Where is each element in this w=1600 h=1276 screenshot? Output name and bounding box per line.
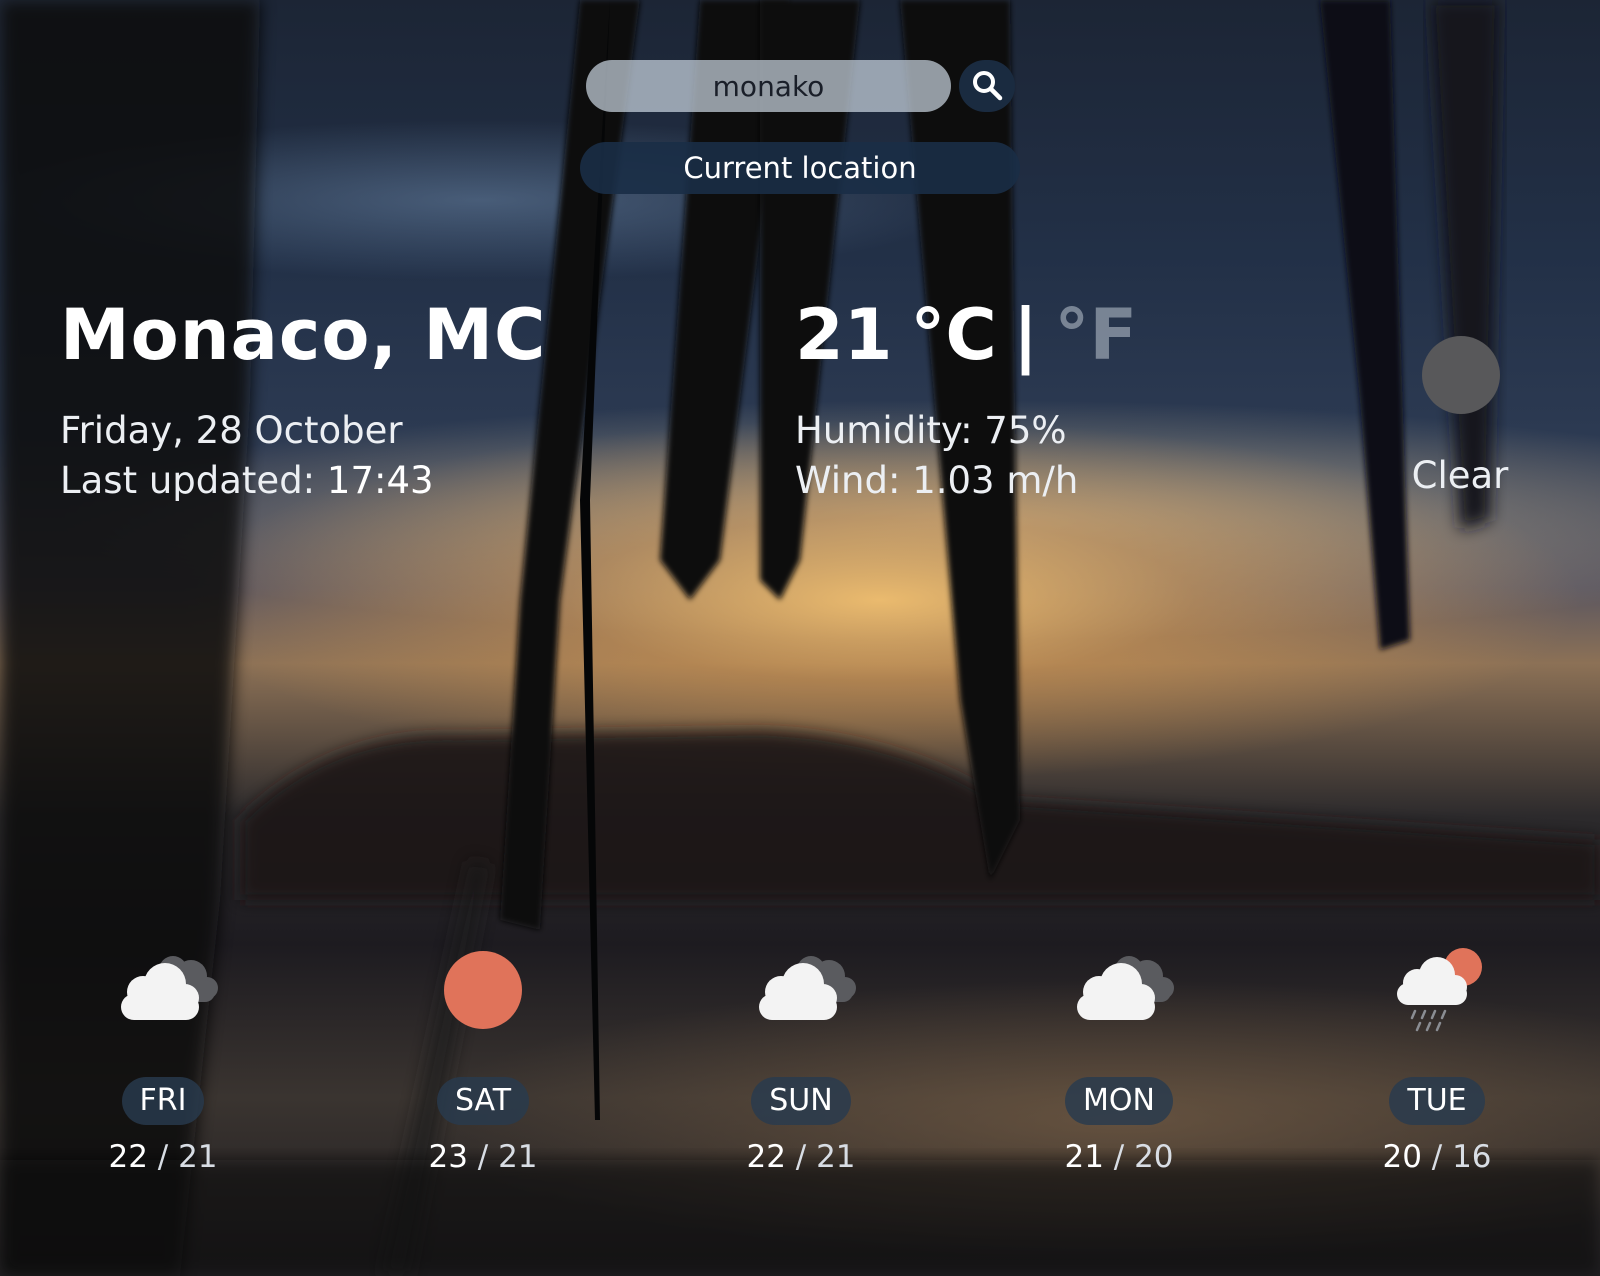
temp-low: 20 — [1134, 1139, 1174, 1175]
temp-high: 22 — [746, 1139, 786, 1175]
cloudy-icon — [73, 940, 253, 1040]
day-label: FRI — [121, 1077, 205, 1125]
date-info: Friday, 28 October Last updated: 17:43 — [60, 406, 434, 506]
last-updated-label: Last updated: — [60, 459, 327, 502]
temp-separator: / — [467, 1139, 499, 1175]
day-label: SAT — [436, 1077, 530, 1125]
last-updated-time: 17:43 — [326, 459, 434, 502]
temp-high: 22 — [108, 1139, 148, 1175]
condition-text: Clear — [1411, 454, 1509, 497]
day-temps: 21 / 20 — [1029, 1139, 1209, 1175]
day-temps: 23 / 21 — [393, 1139, 573, 1175]
search-bar — [586, 60, 1015, 112]
unit-fahrenheit[interactable]: °F — [1054, 300, 1137, 370]
day-temps: 20 / 16 — [1347, 1139, 1527, 1175]
rain-sun-icon — [1347, 940, 1527, 1040]
day-label: TUE — [1389, 1077, 1485, 1125]
cloudy-icon — [1029, 940, 1209, 1040]
temp-separator: / — [147, 1139, 179, 1175]
day-temps: 22 / 21 — [711, 1139, 891, 1175]
last-updated: Last updated: 17:43 — [60, 456, 434, 506]
day-label: MON — [1065, 1077, 1173, 1125]
unit-separator: | — [1012, 294, 1039, 376]
current-temperature: 21 °C | °F — [795, 300, 1137, 370]
temp-low: 21 — [178, 1139, 218, 1175]
clear-night-icon — [1422, 336, 1500, 414]
current-location-button[interactable]: Current location — [580, 142, 1020, 194]
forecast-day: TUE 20 / 16 — [1347, 940, 1527, 1175]
temp-high: 20 — [1382, 1139, 1422, 1175]
current-date: Friday, 28 October — [60, 409, 403, 452]
temp-low: 21 — [816, 1139, 856, 1175]
search-icon — [970, 68, 1004, 105]
forecast-day: MON 21 / 20 — [1029, 940, 1209, 1175]
temperature-value: 21 — [795, 294, 893, 376]
wind: Wind: 1.03 m/h — [795, 459, 1079, 502]
forecast-day: SUN 22 / 21 — [711, 940, 891, 1175]
day-temps: 22 / 21 — [73, 1139, 253, 1175]
search-button[interactable] — [959, 60, 1015, 112]
temp-separator: / — [785, 1139, 817, 1175]
temp-separator: / — [1421, 1139, 1453, 1175]
day-label: SUN — [751, 1077, 851, 1125]
unit-celsius[interactable]: °C — [910, 300, 996, 370]
temp-low: 16 — [1452, 1139, 1492, 1175]
humidity: Humidity: 75% — [795, 409, 1067, 452]
temp-separator: / — [1103, 1139, 1135, 1175]
temp-low: 21 — [498, 1139, 538, 1175]
temp-high: 23 — [428, 1139, 468, 1175]
city-name: Monaco, MC — [60, 294, 547, 376]
weather-stats: Humidity: 75% Wind: 1.03 m/h — [795, 406, 1078, 506]
cloudy-icon — [711, 940, 891, 1040]
forecast-day: FRI 22 / 21 — [73, 940, 253, 1175]
temp-high: 21 — [1064, 1139, 1104, 1175]
sun-icon — [393, 940, 573, 1040]
forecast-day: SAT 23 / 21 — [393, 940, 573, 1175]
search-input[interactable] — [586, 60, 951, 112]
